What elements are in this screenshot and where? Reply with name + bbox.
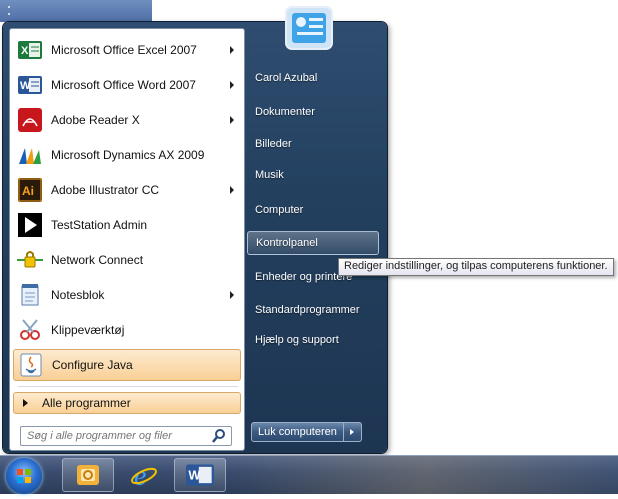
program-label: Configure Java <box>52 358 133 372</box>
link-control-panel[interactable]: Kontrolpanel <box>247 231 379 255</box>
user-avatar[interactable] <box>284 5 334 51</box>
program-item-notesblok[interactable]: Notesblok <box>13 279 241 311</box>
play-icon <box>17 212 43 238</box>
link-user[interactable]: Carol Azubal <box>247 66 379 90</box>
program-item-klippevaerktoj[interactable]: Klippeværktøj <box>13 314 241 346</box>
program-label: Microsoft Office Word 2007 <box>51 78 196 92</box>
program-label: Adobe Reader X <box>51 113 140 127</box>
illustrator-icon: Ai <box>17 177 43 203</box>
triangle-right-icon <box>23 399 28 407</box>
link-documents[interactable]: Dokumenter <box>247 100 379 124</box>
program-label: Microsoft Office Excel 2007 <box>51 43 197 57</box>
shutdown-group: Luk computeren <box>251 422 362 442</box>
search-input[interactable] <box>21 428 211 444</box>
windows-logo-icon <box>17 469 31 483</box>
network-lock-icon <box>17 247 43 273</box>
link-default-programs[interactable]: Standardprogrammer <box>247 298 379 322</box>
program-label: Microsoft Dynamics AX 2009 <box>51 148 205 162</box>
program-label: Klippeværktøj <box>51 323 125 337</box>
notepad-icon <box>17 282 43 308</box>
program-item-configure-java[interactable]: Configure Java <box>13 349 241 381</box>
word-icon: W <box>186 464 214 486</box>
svg-text:X: X <box>21 45 29 57</box>
taskbar-outlook-button[interactable] <box>62 458 114 492</box>
svg-text:W: W <box>20 80 31 92</box>
program-label: Adobe Illustrator CC <box>51 183 160 197</box>
program-label: Network Connect <box>51 253 144 267</box>
svg-text:Ai: Ai <box>22 184 34 198</box>
adobe-reader-icon <box>17 107 43 133</box>
link-help-support[interactable]: Hjælp og support <box>247 328 379 352</box>
link-pictures[interactable]: Billeder <box>247 132 379 156</box>
word-icon: W <box>17 72 43 98</box>
taskbar-ie-button[interactable]: e <box>118 458 170 492</box>
scissors-icon <box>17 317 43 343</box>
submenu-arrow-icon <box>230 116 234 124</box>
outlook-icon <box>77 465 99 485</box>
search-box[interactable] <box>20 426 232 446</box>
program-item-excel[interactable]: X Microsoft Office Excel 2007 <box>13 34 241 66</box>
link-computer[interactable]: Computer <box>247 198 379 222</box>
program-label: TestStation Admin <box>51 218 148 232</box>
search-icon <box>212 429 225 443</box>
chevron-right-icon <box>350 429 355 435</box>
submenu-arrow-icon <box>230 81 234 89</box>
places-pane: Carol Azubal Dokumenter Billeder Musik C… <box>245 22 387 453</box>
program-item-adobe-reader[interactable]: Adobe Reader X <box>13 104 241 136</box>
excel-icon: X <box>17 37 43 63</box>
divider <box>18 386 238 387</box>
taskbar: e W <box>0 455 618 494</box>
submenu-arrow-icon <box>230 291 234 299</box>
all-programs-label: Alle programmer <box>42 396 131 410</box>
submenu-arrow-icon <box>230 186 234 194</box>
shutdown-button[interactable]: Luk computeren <box>251 422 344 442</box>
start-button[interactable] <box>6 458 42 494</box>
program-item-teststation[interactable]: TestStation Admin <box>13 209 241 241</box>
tooltip: Rediger indstillinger, og tilpas compute… <box>338 258 614 276</box>
taskbar-word-button[interactable]: W <box>174 458 226 492</box>
all-programs-button[interactable]: Alle programmer <box>13 392 241 414</box>
program-item-network-connect[interactable]: Network Connect <box>13 244 241 276</box>
program-item-dynamics[interactable]: Microsoft Dynamics AX 2009 <box>13 139 241 171</box>
desktop-corner <box>0 0 152 22</box>
program-item-word[interactable]: W Microsoft Office Word 2007 <box>13 69 241 101</box>
submenu-arrow-icon <box>230 46 234 54</box>
internet-explorer-icon: e <box>131 461 157 490</box>
link-music[interactable]: Musik <box>247 163 379 187</box>
shutdown-options-button[interactable] <box>343 422 362 442</box>
svg-text:W: W <box>188 468 201 483</box>
java-icon <box>18 352 44 378</box>
program-label: Notesblok <box>51 288 105 302</box>
start-menu: X Microsoft Office Excel 2007 W Microsof… <box>3 22 387 453</box>
programs-pane: X Microsoft Office Excel 2007 W Microsof… <box>9 28 245 451</box>
dynamics-icon <box>17 142 43 168</box>
program-item-illustrator[interactable]: Ai Adobe Illustrator CC <box>13 174 241 206</box>
